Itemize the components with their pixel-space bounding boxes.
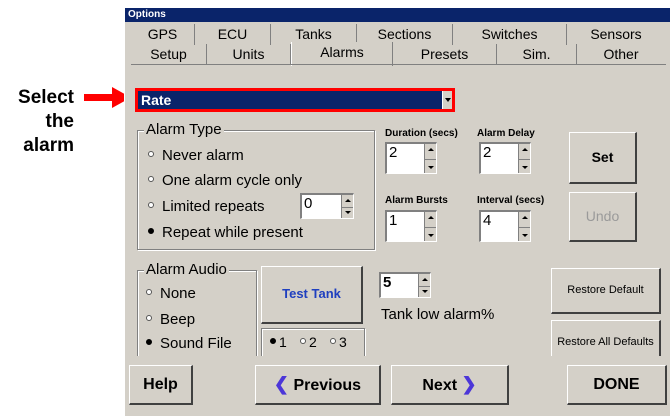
radio-one-cycle[interactable]: One alarm cycle only bbox=[148, 172, 302, 189]
tab-sensors[interactable]: Sensors bbox=[567, 24, 665, 45]
tab-gps[interactable]: GPS bbox=[131, 24, 195, 45]
radio-label: Limited repeats bbox=[162, 198, 265, 215]
spinner-icon[interactable] bbox=[424, 212, 436, 241]
chevron-down-icon[interactable] bbox=[442, 91, 452, 109]
help-button[interactable]: Help bbox=[129, 365, 193, 405]
chevron-right-icon: ❯ bbox=[461, 374, 477, 394]
radio-dot-icon bbox=[148, 202, 154, 209]
limited-repeats-value: 0 bbox=[304, 195, 313, 212]
spinner-icon[interactable] bbox=[518, 212, 530, 241]
radio-repeat-while-present[interactable]: Repeat while present bbox=[148, 224, 303, 241]
radio-label: 3 bbox=[339, 334, 347, 350]
spinner-icon[interactable] bbox=[418, 274, 430, 297]
spinner-icon[interactable] bbox=[518, 144, 530, 173]
alarm-bursts-value: 1 bbox=[389, 212, 398, 229]
next-button[interactable]: Next ❯ bbox=[391, 365, 509, 405]
radio-audio-none[interactable]: None bbox=[146, 285, 196, 302]
tab-presets[interactable]: Presets bbox=[393, 44, 497, 65]
next-label: Next bbox=[422, 377, 458, 394]
annotation-line-1: Select bbox=[18, 87, 74, 108]
duration-label: Duration (secs) bbox=[385, 128, 458, 139]
previous-button[interactable]: ❮ Previous bbox=[255, 365, 381, 405]
tank-low-value: 5 bbox=[383, 274, 392, 291]
interval-label: Interval (secs) bbox=[477, 195, 545, 206]
radio-audio-beep[interactable]: Beep bbox=[146, 311, 195, 328]
radio-audio-sound-file[interactable]: Sound File bbox=[146, 335, 232, 352]
radio-label: 1 bbox=[279, 334, 287, 350]
tab-ecu[interactable]: ECU bbox=[195, 24, 271, 45]
tab-setup[interactable]: Setup bbox=[131, 44, 207, 65]
previous-label: Previous bbox=[293, 377, 362, 394]
undo-button[interactable]: Undo bbox=[569, 192, 637, 242]
alarm-delay-label: Alarm Delay bbox=[477, 128, 535, 139]
radio-label: One alarm cycle only bbox=[162, 172, 303, 189]
radio-dot-icon bbox=[270, 338, 276, 345]
radio-label: Repeat while present bbox=[162, 224, 303, 241]
radio-dot-icon bbox=[148, 228, 154, 235]
spinner-icon[interactable] bbox=[341, 195, 353, 218]
tab-alarms[interactable]: Alarms bbox=[291, 42, 393, 66]
radio-dot-icon bbox=[146, 339, 152, 346]
alarm-delay-value: 2 bbox=[483, 144, 492, 161]
chevron-left-icon: ❮ bbox=[273, 374, 290, 394]
radio-dot-icon bbox=[330, 338, 336, 345]
radio-dot-icon bbox=[300, 338, 306, 345]
radio-dot-icon bbox=[148, 176, 154, 183]
radio-label: Never alarm bbox=[162, 147, 244, 164]
done-button[interactable]: DONE bbox=[567, 365, 667, 405]
radio-label: 2 bbox=[309, 334, 317, 350]
interval-value: 4 bbox=[483, 212, 492, 229]
annotation-line-2: the bbox=[45, 111, 75, 132]
radio-label: None bbox=[160, 285, 196, 302]
tank-low-label: Tank low alarm% bbox=[381, 306, 495, 323]
tab-other[interactable]: Other bbox=[577, 44, 665, 65]
alarm-type-group: Alarm Type Never alarm One alarm cycle o… bbox=[137, 121, 375, 250]
annotation-line-3: alarm bbox=[23, 135, 74, 156]
alarm-select-value: Rate bbox=[141, 92, 172, 108]
set-button[interactable]: Set bbox=[569, 132, 637, 184]
sound-file-choice-group: 1 2 3 bbox=[261, 328, 365, 358]
tab-switches[interactable]: Switches bbox=[453, 24, 567, 45]
duration-input[interactable]: 2 bbox=[385, 142, 437, 174]
alarm-select[interactable]: Rate bbox=[135, 88, 455, 112]
limited-repeats-input[interactable]: 0 bbox=[300, 193, 354, 219]
tab-units[interactable]: Units bbox=[207, 44, 291, 65]
radio-file-3[interactable]: 3 bbox=[330, 334, 347, 350]
options-window: Options GPS ECU Tanks Sections Switches … bbox=[124, 8, 670, 416]
tank-low-input[interactable]: 5 bbox=[379, 272, 431, 298]
radio-dot-icon bbox=[148, 151, 154, 158]
alarm-bursts-label: Alarm Bursts bbox=[385, 195, 448, 206]
tab-divider-right bbox=[393, 64, 666, 65]
bottom-nav: Help ❮ Previous Next ❯ DONE bbox=[125, 356, 670, 416]
radio-never-alarm[interactable]: Never alarm bbox=[148, 147, 244, 164]
alarm-audio-group: Alarm Audio None Beep Sound File bbox=[137, 261, 257, 358]
annotation-text: Select the alarm bbox=[18, 86, 74, 158]
radio-label: Beep bbox=[160, 311, 196, 328]
alarm-audio-title: Alarm Audio bbox=[144, 261, 229, 278]
radio-dot-icon bbox=[146, 289, 152, 296]
duration-value: 2 bbox=[389, 144, 398, 161]
radio-limited-repeats[interactable]: Limited repeats bbox=[148, 198, 265, 215]
interval-input[interactable]: 4 bbox=[479, 210, 531, 242]
radio-dot-icon bbox=[146, 315, 152, 322]
tab-divider-left bbox=[131, 64, 392, 65]
restore-default-button[interactable]: Restore Default bbox=[551, 268, 661, 314]
radio-file-1[interactable]: 1 bbox=[270, 334, 287, 350]
radio-label: Sound File bbox=[160, 335, 232, 352]
alarm-bursts-input[interactable]: 1 bbox=[385, 210, 437, 242]
tab-sim[interactable]: Sim. bbox=[497, 44, 577, 65]
alarm-delay-input[interactable]: 2 bbox=[479, 142, 531, 174]
spinner-icon[interactable] bbox=[424, 144, 436, 173]
test-tank-button[interactable]: Test Tank bbox=[261, 266, 363, 324]
alarm-type-title: Alarm Type bbox=[144, 121, 224, 138]
window-title: Options bbox=[125, 8, 670, 22]
annotation: Select the alarm bbox=[0, 86, 131, 176]
radio-file-2[interactable]: 2 bbox=[300, 334, 317, 350]
